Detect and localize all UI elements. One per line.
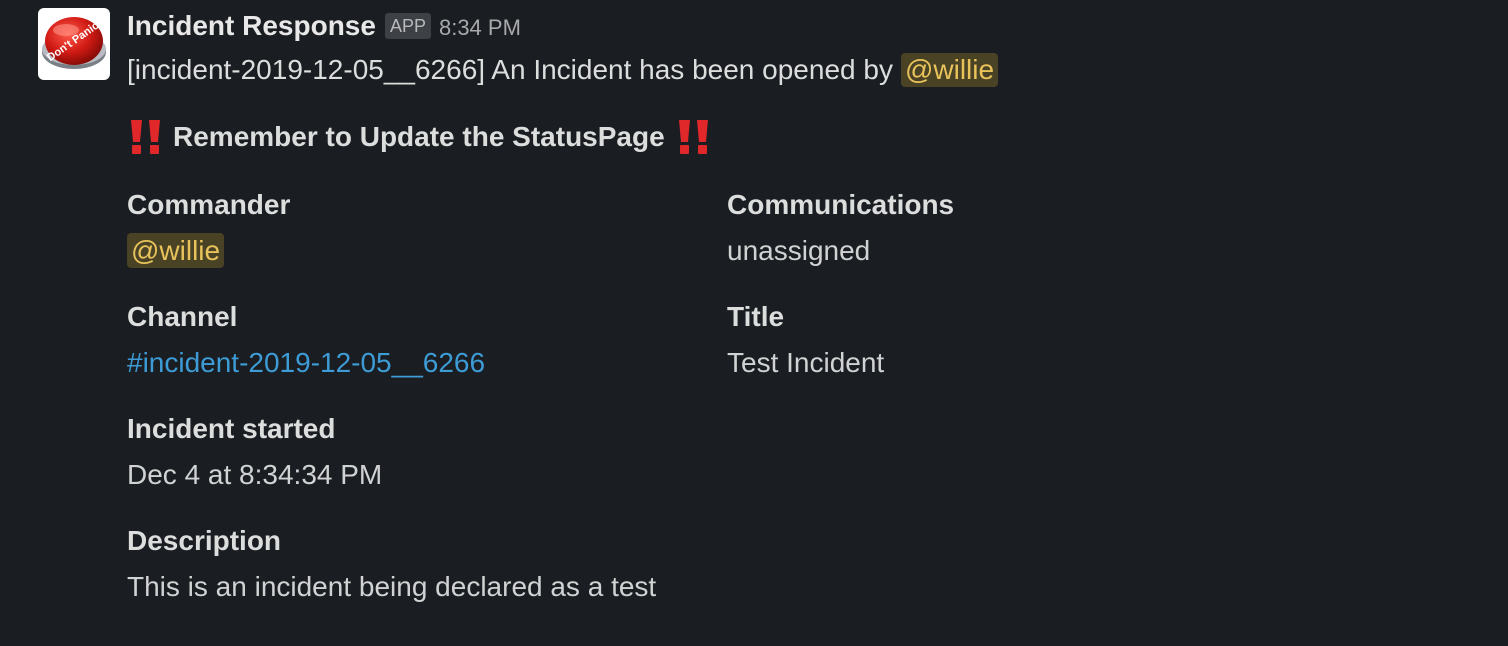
dont-panic-button-icon: Don't Panic!	[42, 17, 106, 69]
field-description: Description This is an incident being de…	[127, 523, 656, 607]
incident-message: Don't Panic! Incident Response APP 8:34 …	[0, 0, 1508, 646]
intro-line: [incident-2019-12-05__6266] An Incident …	[127, 50, 999, 90]
field-title: Title Test Incident	[727, 299, 884, 383]
title-label: Title	[727, 301, 785, 332]
channel-label: Channel	[127, 301, 238, 332]
commander-label: Commander	[127, 189, 291, 220]
commander-value: @willie	[127, 231, 290, 271]
description-value: This is an incident being declared as a …	[127, 571, 657, 602]
incident-started-value: Dec 4 at 8:34:34 PM	[127, 459, 383, 490]
communications-value: unassigned	[727, 235, 871, 266]
intro-text: [incident-2019-12-05__6266] An Incident …	[127, 54, 893, 85]
reminder-text: Remember to Update the StatusPage	[173, 121, 665, 152]
channel-value: #incident-2019-12-05__6266	[127, 343, 485, 383]
message-timestamp[interactable]: 8:34 PM	[439, 15, 521, 41]
bot-avatar[interactable]: Don't Panic!	[38, 8, 110, 80]
field-channel: Channel #incident-2019-12-05__6266	[127, 299, 485, 383]
incident-started-label: Incident started	[127, 413, 336, 444]
message-header: Incident Response APP 8:34 PM	[127, 8, 521, 44]
commander-mention[interactable]: @willie	[127, 233, 225, 268]
bangbang-icon	[675, 119, 713, 155]
field-incident-started: Incident started Dec 4 at 8:34:34 PM	[127, 411, 382, 495]
channel-link[interactable]: #incident-2019-12-05__6266	[127, 347, 485, 378]
field-commander: Commander @willie	[127, 187, 290, 271]
title-value: Test Incident	[727, 347, 885, 378]
user-mention[interactable]: @willie	[900, 53, 999, 87]
app-badge: APP	[384, 13, 431, 39]
description-label: Description	[127, 525, 282, 556]
communications-label: Communications	[727, 189, 955, 220]
field-communications: Communications unassigned	[727, 187, 954, 271]
sender-name[interactable]: Incident Response	[127, 10, 376, 42]
statuspage-reminder: Remember to Update the StatusPage	[127, 116, 713, 158]
bangbang-icon	[127, 119, 165, 155]
